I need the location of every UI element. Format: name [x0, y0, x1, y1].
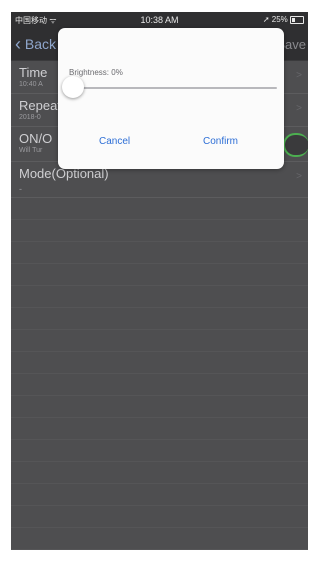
- battery-icon: [290, 15, 304, 24]
- list-separator: [11, 439, 308, 440]
- brightness-slider-track[interactable]: [72, 87, 277, 89]
- row-onoff-value: Will Tur: [19, 147, 43, 154]
- row-repeat-title: Repeat: [19, 98, 61, 113]
- list-separator: [11, 241, 308, 242]
- back-label: Back: [24, 36, 57, 52]
- location-icon: ➚: [262, 15, 270, 24]
- list-separator: [11, 219, 308, 220]
- row-mode-value: -: [19, 184, 22, 194]
- chevron-right-icon: >: [296, 171, 302, 182]
- row-time-value: 10:40 A: [19, 81, 43, 88]
- cancel-button[interactable]: Cancel: [99, 136, 130, 147]
- list-separator: [11, 395, 308, 396]
- list-separator: [11, 307, 308, 308]
- list-separator: [11, 483, 308, 484]
- chevron-left-icon: ‹: [15, 34, 21, 54]
- list-separator: [11, 417, 308, 418]
- list-separator: [11, 527, 308, 528]
- list-separator: [11, 351, 308, 352]
- battery-status: ➚ 25%: [263, 15, 304, 24]
- confirm-button[interactable]: Confirm: [203, 136, 238, 147]
- list-separator: [11, 505, 308, 506]
- row-time-title: Time: [19, 65, 48, 80]
- brightness-slider-thumb[interactable]: [62, 76, 84, 98]
- list-separator: [11, 461, 308, 462]
- chevron-right-icon: >: [296, 70, 302, 81]
- list-separator: [11, 329, 308, 330]
- chevron-right-icon: >: [296, 103, 302, 114]
- brightness-dialog: Brightness: 0% Cancel Confirm: [58, 28, 284, 169]
- row-repeat-value: 2018-0: [19, 114, 41, 121]
- list-separator: [11, 373, 308, 374]
- list-separator: [11, 549, 308, 550]
- row-onoff-title: ON/O: [19, 131, 53, 146]
- back-button[interactable]: ‹ Back: [15, 34, 56, 55]
- onoff-toggle[interactable]: [283, 133, 308, 157]
- battery-percent: 25%: [271, 15, 288, 24]
- brightness-label: Brightness: 0%: [69, 68, 123, 77]
- status-bar: 中国移动 ᯤ 10:38 AM ➚ 25%: [11, 12, 308, 28]
- list-separator: [11, 263, 308, 264]
- list-separator: [11, 285, 308, 286]
